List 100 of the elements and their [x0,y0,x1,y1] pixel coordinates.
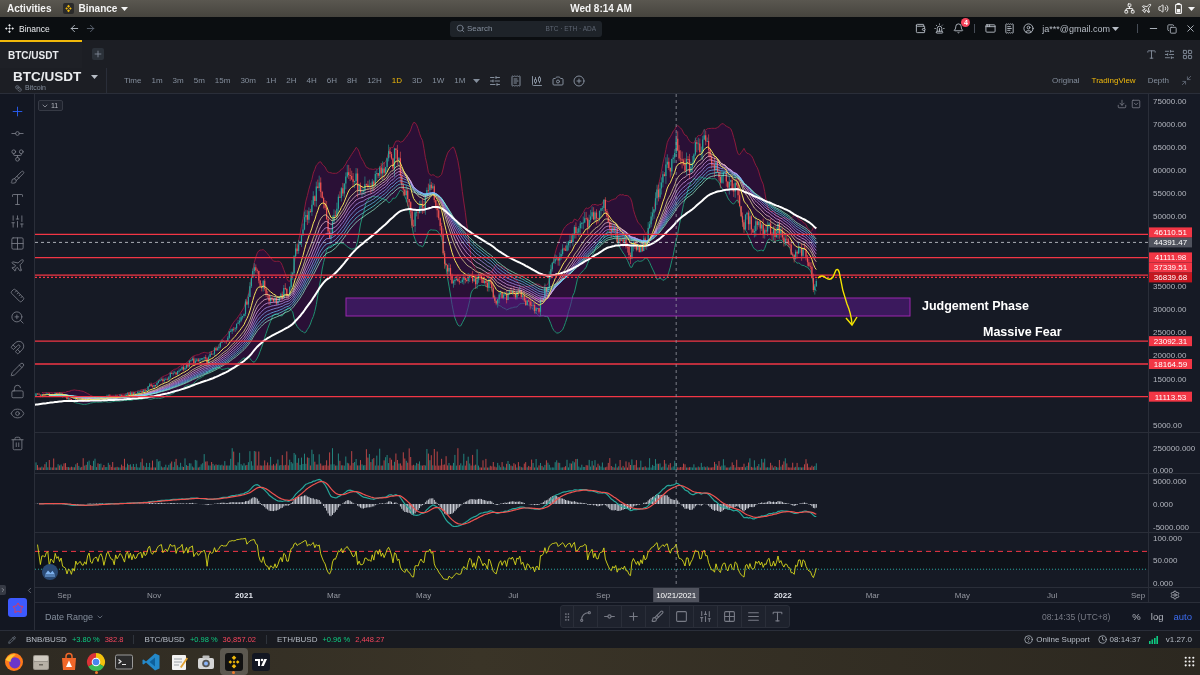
pencil-icon[interactable] [9,361,25,377]
time-axis-label: 2021 [235,591,253,600]
volume-icon[interactable] [1158,3,1169,14]
app-grid-icon[interactable] [1183,655,1196,668]
caret-icon[interactable] [1188,6,1195,11]
grid-icon[interactable] [722,610,736,623]
interval-button[interactable]: 3D [412,76,423,85]
interval-button[interactable]: 1M [454,76,466,85]
scale-toggle[interactable]: auto [1173,611,1192,622]
user-icon[interactable] [1023,23,1035,34]
scale-toggle[interactable]: log [1150,611,1164,622]
side-panel-tab[interactable] [0,585,6,595]
unlocked-padlock-icon[interactable] [9,383,25,399]
interval-button[interactable]: 3m [172,76,184,85]
collapse-icon[interactable] [1181,75,1192,86]
caret-icon [91,74,99,79]
magnet-icon[interactable] [9,339,25,355]
lines-icon[interactable] [746,610,760,623]
download-icon[interactable] [1117,99,1127,109]
rectangle-icon[interactable] [674,610,688,623]
time-axis-label: May [954,591,970,600]
interval-button[interactable]: 30m [240,76,256,85]
interval-button[interactable]: 4H [306,76,317,85]
interval-button[interactable]: 8H [346,76,358,85]
interval-button[interactable]: 1m [151,76,163,85]
interval-button[interactable]: 1H [266,76,277,85]
account-menu-button[interactable]: ja***@gmail.com [1042,23,1119,34]
interval-button[interactable]: 2H [286,76,297,85]
interval-button[interactable]: 1D [391,76,403,85]
axis-tick-label: 15000.00 [1153,374,1187,384]
caret-icon[interactable] [473,78,481,83]
chart-view-tab[interactable]: Depth [1147,76,1169,85]
bell-icon[interactable] [953,23,965,34]
sliders-icon[interactable] [9,213,25,229]
grid-icon[interactable] [9,235,25,251]
chart-view-tab[interactable]: TradingView [1091,76,1136,85]
logo-tile-icon [251,651,272,672]
camera-icon[interactable] [552,74,565,87]
close-icon[interactable] [1185,23,1196,34]
network-icon[interactable] [1124,3,1135,14]
activities-button[interactable]: Activities [7,3,52,14]
text-cursor-icon[interactable] [1146,48,1157,60]
text-tool-icon[interactable] [770,610,784,623]
globe-icon [3,651,24,672]
add-tab-button[interactable] [92,48,104,60]
trash-icon[interactable] [9,435,25,451]
airplane-icon[interactable] [9,257,25,273]
brush-icon[interactable] [9,169,25,185]
add-circle-icon[interactable] [573,74,586,87]
clock-text[interactable]: Wed 8:14 AM [570,3,632,14]
crosshair-icon[interactable] [626,610,640,623]
date-range-button[interactable]: Date Range [45,611,105,622]
price-level-label: 11113.53 [1149,391,1192,402]
chart-view-tab[interactable]: Original [1052,76,1080,85]
arrow-right-icon[interactable] [84,23,96,34]
brush-icon[interactable] [650,610,664,623]
app-menu-button[interactable]: Binance [63,3,129,14]
time-axis-label: Jul [508,591,519,600]
layout-grid-icon[interactable] [1182,48,1193,60]
price-level-label: 41111.98 [1149,252,1192,263]
interval-button[interactable]: 1W [432,76,445,85]
crosshair-date-label: 10/21/2021 [653,588,700,602]
axis-tick-label: -5000.000 [1153,523,1190,532]
crosshair-icon[interactable] [9,103,25,119]
sliders-icon[interactable] [489,74,502,87]
annotation-label: Massive Fear [983,325,1062,339]
window-layout-icon[interactable] [985,23,997,34]
plus-icon [93,49,103,59]
ruler-icon[interactable] [9,287,25,303]
scale-toggle[interactable]: % [1132,611,1141,622]
restore-icon[interactable] [1167,23,1177,34]
candlestick-icon[interactable] [531,74,544,87]
fork-icon[interactable] [9,147,25,163]
arrow-left-icon[interactable] [68,23,80,34]
interval-button[interactable]: 5m [193,76,205,85]
receipt-icon[interactable] [510,74,523,87]
chevron-left-icon[interactable] [25,585,34,595]
settings-icon[interactable] [1169,590,1180,600]
app-launcher-button[interactable] [220,648,248,675]
eye-icon[interactable] [9,405,25,421]
battery-icon[interactable] [1175,3,1182,14]
wave-badge-icon[interactable] [42,564,58,580]
chevron-box-icon[interactable] [1131,99,1141,109]
sliders-icon[interactable] [698,610,712,623]
trend-line-icon[interactable] [578,610,592,623]
zoom-in-icon[interactable] [9,309,25,325]
interval-button[interactable]: 12H [367,76,382,85]
time-axis-label: May [416,591,432,600]
online-support-link[interactable]: Online Support [1024,635,1090,644]
interval-button[interactable]: 6H [326,76,337,85]
interval-button[interactable]: Time [124,76,142,85]
chart-time: 08:14:35 (UTC+8) [1042,611,1111,622]
wallet-icon[interactable] [915,23,927,34]
pencil-icon[interactable] [8,635,16,644]
siren-icon[interactable] [934,23,946,34]
receipt-icon[interactable] [1004,23,1016,34]
interval-button[interactable]: 15m [214,76,231,85]
text-tool-icon[interactable] [9,191,25,207]
sliders-icon[interactable] [1164,48,1175,60]
symbol-selector[interactable]: BTC/USDT [13,69,106,84]
